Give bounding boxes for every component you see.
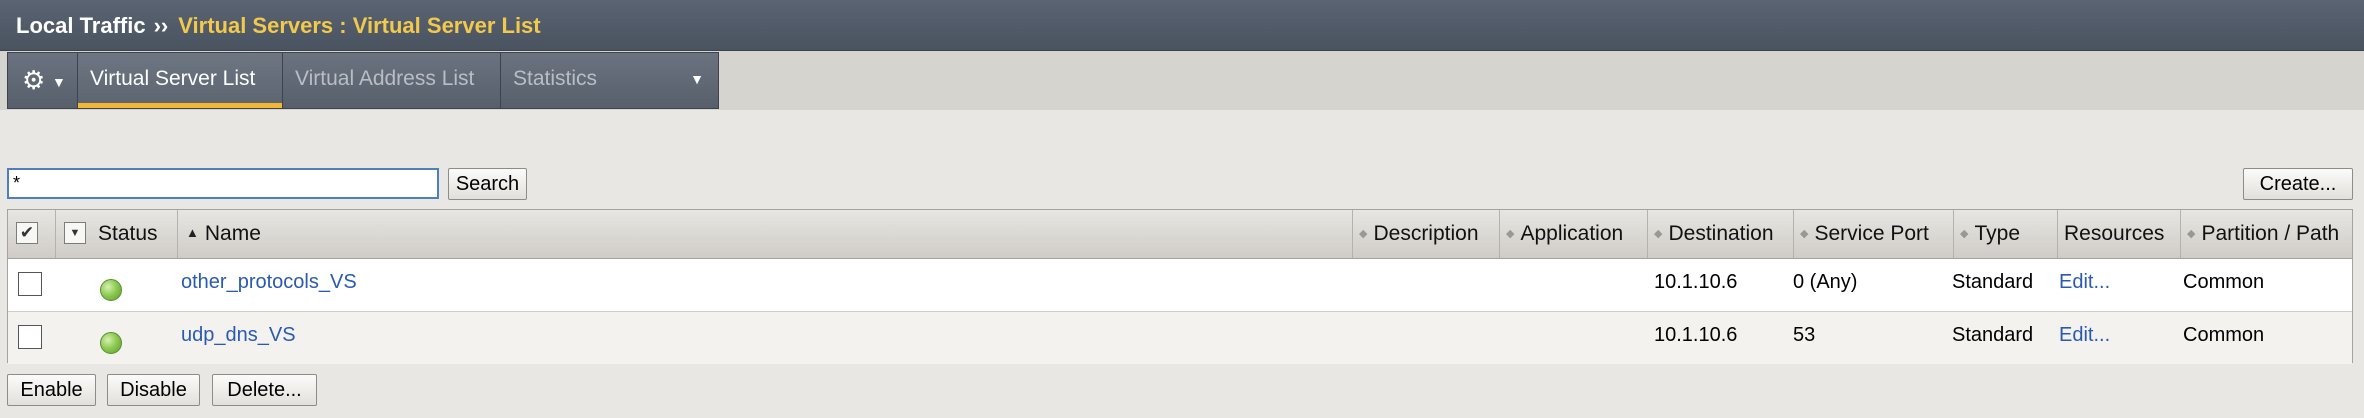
row-checkbox[interactable]: [18, 272, 42, 296]
create-button[interactable]: Create...: [2243, 168, 2353, 200]
row-checkbox[interactable]: [18, 325, 42, 349]
partition-cell: Common: [2183, 324, 2265, 346]
column-type[interactable]: ◆ Type: [1954, 210, 2058, 258]
destination-cell: 10.1.10.6: [1654, 271, 1738, 293]
delete-button[interactable]: Delete...: [212, 374, 317, 406]
table-header: ✔ ▼ Status ▲ Name ◆ Description ◆ Applicati…: [8, 210, 2352, 259]
virtual-server-table: ✔ ▼ Status ▲ Name ◆ Description ◆ Applicati…: [7, 209, 2353, 364]
select-all-checkbox[interactable]: ✔: [16, 222, 38, 244]
column-resources: Resources: [2058, 210, 2181, 258]
column-service-port-label: Service Port: [1814, 222, 1929, 245]
column-name-label: Name: [204, 222, 261, 245]
sort-icon: ◆: [1506, 228, 1515, 240]
destination-cell: 10.1.10.6: [1654, 324, 1738, 346]
sort-icon: ◆: [2187, 228, 2196, 240]
column-destination[interactable]: ◆ Destination: [1648, 210, 1794, 258]
select-all-cell: ✔: [8, 210, 56, 258]
settings-menu-button[interactable]: ⚙ ▼: [8, 53, 78, 108]
column-partition-path[interactable]: ◆ Partition / Path: [2181, 210, 2352, 258]
column-application-label: Application: [1520, 222, 1624, 245]
breadcrumb-current: Virtual Servers : Virtual Server List: [178, 13, 541, 38]
column-partition-label: Partition / Path: [2201, 222, 2340, 245]
resources-edit-link[interactable]: Edit...: [2059, 312, 2110, 364]
virtual-server-name-link[interactable]: other_protocols_VS: [181, 259, 357, 311]
sort-icon: ◆: [1960, 228, 1969, 240]
status-green-circle-icon: [100, 279, 122, 301]
type-cell: Standard: [1952, 271, 2034, 293]
sort-icon: ◆: [1800, 228, 1809, 240]
chevron-down-icon: ▼: [52, 74, 66, 90]
enable-button[interactable]: Enable: [7, 374, 96, 406]
column-type-label: Type: [1974, 222, 2020, 245]
chevron-down-icon: ▼: [690, 71, 704, 87]
search-input[interactable]: [7, 168, 439, 199]
column-description[interactable]: ◆ Description: [1353, 210, 1500, 258]
column-description-label: Description: [1373, 222, 1479, 245]
breadcrumb-separator: ››: [153, 13, 169, 38]
tab-statistics-label: Statistics: [513, 67, 598, 90]
status-filter-dropdown[interactable]: ▼: [64, 222, 86, 244]
breadcrumb: Local Traffic ›› Virtual Servers : Virtual…: [16, 13, 541, 39]
virtual-server-name-link[interactable]: udp_dns_VS: [181, 312, 296, 364]
column-destination-label: Destination: [1668, 222, 1774, 245]
column-name[interactable]: ▲ Name: [178, 210, 1353, 258]
service-port-cell: 0 (Any): [1793, 271, 1858, 293]
tab-virtual-server-list[interactable]: Virtual Server List: [78, 53, 283, 108]
table-row: other_protocols_VS 10.1.10.6 0 (Any) Sta…: [8, 259, 2352, 312]
sort-ascending-icon: ▲: [186, 225, 199, 240]
resources-edit-link[interactable]: Edit...: [2059, 259, 2110, 311]
tab-virtual-address-list[interactable]: Virtual Address List: [283, 53, 501, 108]
tab-statistics[interactable]: Statistics ▼: [501, 53, 718, 108]
search-button[interactable]: Search: [448, 168, 527, 200]
page-header: Local Traffic ›› Virtual Servers : Virtual…: [0, 0, 2364, 51]
table-row: udp_dns_VS 10.1.10.6 53 Standard Edit...…: [8, 312, 2352, 364]
column-status[interactable]: Status: [92, 210, 178, 258]
gear-icon: ⚙: [22, 65, 46, 95]
column-service-port[interactable]: ◆ Service Port: [1794, 210, 1954, 258]
partition-cell: Common: [2183, 271, 2265, 293]
column-application[interactable]: ◆ Application: [1500, 210, 1648, 258]
status-filter-cell: ▼: [56, 210, 86, 258]
disable-button[interactable]: Disable: [107, 374, 200, 406]
type-cell: Standard: [1952, 324, 2034, 346]
sort-icon: ◆: [1654, 228, 1663, 240]
service-port-cell: 53: [1793, 324, 1816, 346]
sort-icon: ◆: [1359, 228, 1368, 240]
tab-strip: ⚙ ▼ Virtual Server List Virtual Address …: [7, 52, 719, 109]
status-green-circle-icon: [100, 332, 122, 354]
breadcrumb-section[interactable]: Local Traffic: [16, 13, 146, 38]
